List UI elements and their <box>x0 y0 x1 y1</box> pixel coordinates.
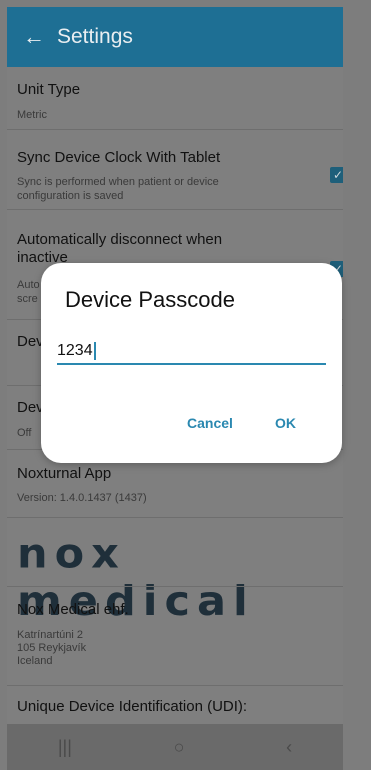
passcode-value: 1234 <box>57 342 93 359</box>
app-name: Noxturnal App <box>17 465 112 482</box>
setting-title: Dev <box>17 333 44 350</box>
device-passcode-dialog: Device Passcode 1234 Cancel OK <box>41 263 342 463</box>
setting-value: Metric <box>17 109 47 121</box>
address-line: 105 Reykjavík <box>17 642 87 654</box>
setting-title: Automatically disconnect when <box>17 231 223 248</box>
home-icon[interactable]: ○ <box>174 737 185 758</box>
dialog-title: Device Passcode <box>65 287 235 312</box>
recents-icon[interactable]: ||| <box>58 737 72 758</box>
text-cursor <box>93 341 96 360</box>
address-line: Katrínartúni 2 <box>17 629 84 641</box>
company-info: Nox Medical ehf. Katrínartúni 2 105 Reyk… <box>7 586 343 686</box>
app-version: Version: 1.4.0.1437 (1437) <box>17 492 147 504</box>
setting-title: Unit Type <box>17 81 81 98</box>
sync-clock-checkbox[interactable]: ✓ <box>330 167 343 183</box>
setting-title: Dev <box>17 399 44 416</box>
app-bar: ← Settings <box>7 7 343 67</box>
passcode-input[interactable]: 1234 <box>57 339 326 365</box>
setting-subtitle: Sync is performed when patient or device <box>17 176 219 188</box>
setting-subtitle: Auto <box>17 279 40 291</box>
cancel-button[interactable]: Cancel <box>187 415 233 431</box>
ok-button[interactable]: OK <box>275 415 296 431</box>
udi-title: Unique Device Identification (UDI): <box>17 698 248 715</box>
setting-title: Sync Device Clock With Tablet <box>17 149 221 166</box>
setting-subtitle: configuration is saved <box>17 190 124 202</box>
udi-row: Unique Device Identification (UDI): <box>7 684 343 724</box>
system-nav-bar: ||| ○ ‹ <box>7 724 343 770</box>
arrow-left-icon[interactable]: ← <box>15 24 53 50</box>
address-line: Iceland <box>17 655 53 667</box>
setting-subtitle: scre <box>17 293 38 305</box>
setting-value: Off <box>17 427 32 439</box>
setting-sync-clock[interactable]: Sync Device Clock With Tablet Sync is pe… <box>7 129 343 210</box>
company-name: Nox Medical ehf. <box>17 601 129 618</box>
page-title: Settings <box>57 25 133 48</box>
setting-unit-type[interactable]: Unit Type Metric <box>7 67 343 130</box>
back-nav-icon[interactable]: ‹ <box>286 737 292 758</box>
